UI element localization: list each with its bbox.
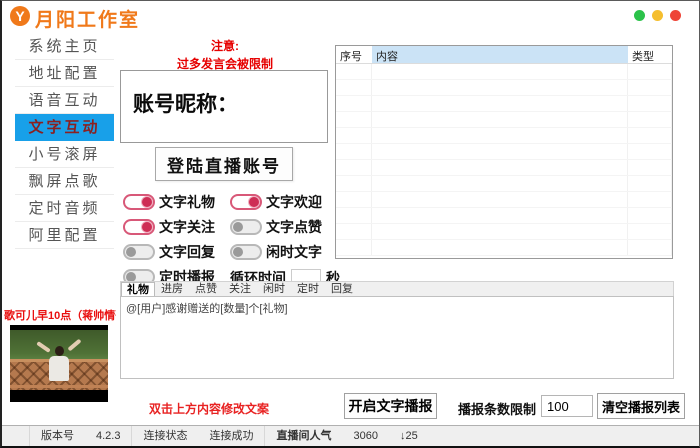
tab-timed[interactable]: 定时 (291, 282, 325, 296)
template-tabstrip: 礼物 进房 点赞 关注 闲时 定时 回复 (120, 281, 674, 296)
table-header: 序号 内容 类型 (336, 46, 672, 64)
nickname-label: 账号昵称： (133, 88, 238, 118)
broadcast-limit-input[interactable] (541, 395, 593, 417)
tab-follow[interactable]: 关注 (223, 282, 257, 296)
popularity-value: 3060 (342, 426, 388, 446)
sidebar: 系统主页 地址配置 语音互动 文字互动 小号滚屏 飘屏点歌 定时音频 阿里配置 (2, 33, 117, 249)
toggle-text-gift[interactable]: 文字礼物 (123, 193, 230, 210)
clear-broadcast-list-button[interactable]: 清空播报列表 (597, 393, 685, 419)
column-header-content[interactable]: 内容 (372, 46, 628, 63)
table-row (336, 240, 672, 256)
maximize-button[interactable] (652, 10, 663, 21)
table-row (336, 208, 672, 224)
toggle-switch-icon[interactable] (123, 219, 155, 235)
sidebar-item-float-song[interactable]: 飘屏点歌 (15, 168, 114, 195)
tab-gift[interactable]: 礼物 (121, 282, 155, 296)
tab-like[interactable]: 点赞 (189, 282, 223, 296)
column-header-index[interactable]: 序号 (336, 46, 372, 63)
sidebar-item-ali-config[interactable]: 阿里配置 (15, 222, 114, 249)
table-row (336, 176, 672, 192)
status-bar: 版本号 4.2.3 连接状态 连接成功 直播间人气 3060 ↓25 (2, 425, 699, 446)
tab-reply[interactable]: 回复 (325, 282, 359, 296)
table-row (336, 112, 672, 128)
edit-hint-text: 双击上方内容修改文案 (149, 400, 269, 417)
app-logo-icon: Y (10, 6, 30, 26)
toggle-text-welcome[interactable]: 文字欢迎 (230, 193, 337, 210)
table-row (336, 224, 672, 240)
window-controls (634, 10, 681, 21)
video-thumbnail (10, 325, 108, 402)
template-editor[interactable]: @[用户]感谢赠送的[数量]个[礼物] (120, 296, 674, 379)
nickname-box: 账号昵称： (120, 70, 328, 143)
sidebar-item-alt-scroll[interactable]: 小号滚屏 (15, 141, 114, 168)
sidebar-item-voice-interaction[interactable]: 语音互动 (15, 87, 114, 114)
sidebar-item-timed-audio[interactable]: 定时音频 (15, 195, 114, 222)
person-head (55, 346, 64, 356)
toggle-idle-text[interactable]: 闲时文字 (230, 243, 337, 260)
person-arm-right (67, 339, 81, 352)
version-value: 4.2.3 (85, 426, 131, 446)
column-header-type[interactable]: 类型 (628, 46, 672, 63)
close-button[interactable] (670, 10, 681, 21)
toggle-switch-icon[interactable] (123, 194, 155, 210)
title-bar: Y 月阳工作室 (2, 1, 699, 31)
toggle-switch-icon[interactable] (230, 244, 262, 260)
sidebar-item-address-config[interactable]: 地址配置 (15, 60, 114, 87)
toggle-switch-icon[interactable] (123, 244, 155, 260)
notice-title: 注意: (120, 37, 330, 54)
table-row (336, 144, 672, 160)
statusbar-spacer (2, 426, 30, 446)
toggle-grid: 文字礼物 文字欢迎 文字关注 文字点赞 文字回复 闲时文字 定时播报 循环时间 (123, 193, 337, 288)
table-row (336, 128, 672, 144)
toggle-switch-icon[interactable] (230, 219, 262, 235)
table-row (336, 64, 672, 80)
popularity-label: 直播间人气 (265, 426, 342, 446)
connection-status: 连接成功 (198, 426, 264, 446)
start-broadcast-button[interactable]: 开启文字播报 (344, 393, 437, 419)
person-arm-left (36, 341, 51, 353)
table-row (336, 160, 672, 176)
table-row (336, 96, 672, 112)
version-label: 版本号 (30, 426, 85, 446)
toggle-switch-icon[interactable] (230, 194, 262, 210)
tab-enter-room[interactable]: 进房 (155, 282, 189, 296)
sidebar-item-text-interaction[interactable]: 文字互动 (15, 114, 114, 141)
sidebar-item-system-home[interactable]: 系统主页 (15, 33, 114, 60)
broadcast-limit-label: 播报条数限制 (458, 399, 536, 418)
video-scene (10, 330, 108, 390)
popularity-delta: ↓25 (389, 426, 429, 446)
person-body (49, 356, 69, 381)
toggle-text-like[interactable]: 文字点赞 (230, 218, 337, 235)
toggle-text-reply[interactable]: 文字回复 (123, 243, 230, 260)
queue-table-body (336, 64, 672, 256)
app-window: Y 月阳工作室 系统主页 地址配置 语音互动 文字互动 小号滚屏 飘屏点歌 定时… (0, 0, 700, 448)
connection-label: 连接状态 (132, 426, 198, 446)
minimize-button[interactable] (634, 10, 645, 21)
broadcast-queue-table[interactable]: 序号 内容 类型 (335, 45, 673, 259)
login-live-account-button[interactable]: 登陆直播账号 (155, 147, 293, 181)
table-row (336, 80, 672, 96)
promo-text: 歌可儿早10点（蒋帅情歌小 (4, 307, 116, 323)
app-title: 月阳工作室 (35, 5, 140, 32)
tab-idle[interactable]: 闲时 (257, 282, 291, 296)
table-row (336, 192, 672, 208)
toggle-text-follow[interactable]: 文字关注 (123, 218, 230, 235)
